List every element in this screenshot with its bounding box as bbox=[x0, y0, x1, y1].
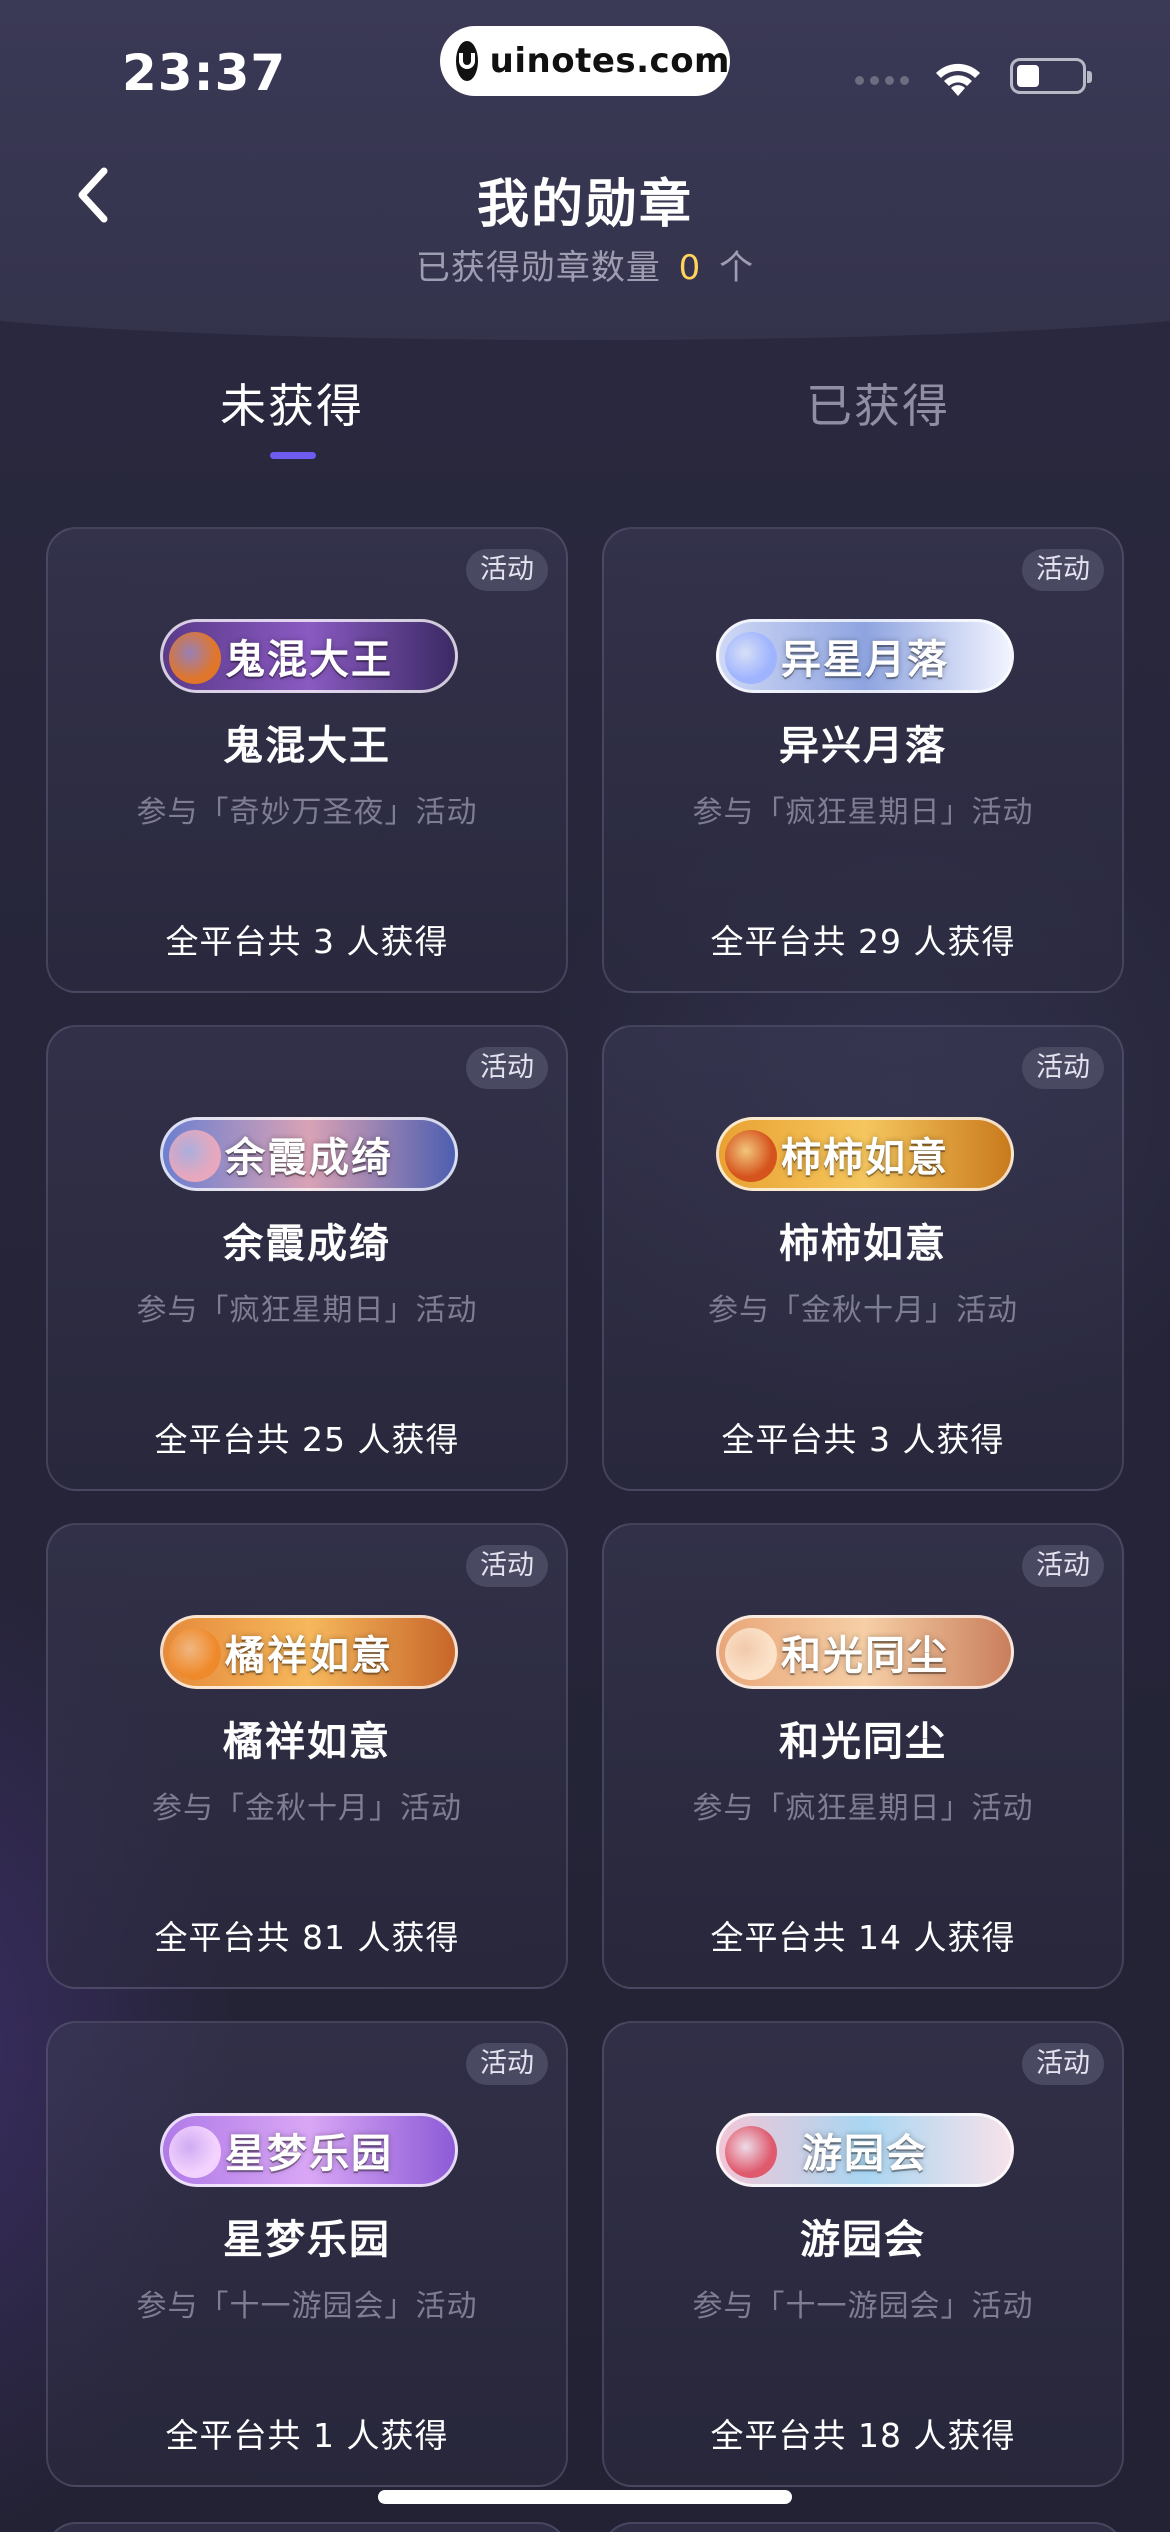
medal-name: 星梦乐园 bbox=[223, 2217, 391, 2263]
medal-badge-image: 游园会 bbox=[716, 2113, 1014, 2187]
medal-badge-image: 余霞成绮 bbox=[160, 1117, 458, 1191]
badge-image-text: 和光同尘 bbox=[781, 1633, 949, 1679]
medal-count-summary: 已获得勋章数量 0 个 bbox=[0, 240, 1170, 289]
medal-name: 柿柿如意 bbox=[779, 1221, 947, 1267]
medal-badge-image: 星梦乐园 bbox=[160, 2113, 458, 2187]
medal-card[interactable]: 活动 余霞成绮 余霞成绮 参与「疯狂星期日」活动 全平台共 25 人获得 bbox=[46, 1025, 568, 1491]
cellular-signal-icon bbox=[855, 76, 909, 85]
star-icon bbox=[725, 632, 777, 684]
castle-icon bbox=[169, 2126, 221, 2178]
url-pill[interactable]: uinotes.com bbox=[440, 26, 730, 96]
medal-holder-count: 全平台共 25 人获得 bbox=[154, 1420, 460, 1459]
medal-description: 参与「疯狂星期日」活动 bbox=[692, 1791, 1034, 1826]
activity-tag: 活动 bbox=[1022, 1047, 1104, 1089]
site-logo-icon bbox=[456, 41, 478, 81]
tangerine-icon bbox=[169, 1628, 221, 1680]
medal-card[interactable]: 活动 橘祥如意 橘祥如意 参与「金秋十月」活动 全平台共 81 人获得 bbox=[46, 1523, 568, 1989]
medal-holder-count: 全平台共 1 人获得 bbox=[165, 2416, 449, 2455]
activity-tag: 活动 bbox=[466, 549, 548, 591]
medal-name: 和光同尘 bbox=[779, 1719, 947, 1765]
tab-not-earned[interactable]: 未获得 bbox=[142, 370, 442, 436]
medal-description: 参与「奇妙万圣夜」活动 bbox=[136, 795, 478, 830]
badge-image-text: 异星月落 bbox=[781, 637, 949, 683]
medal-card[interactable]: 活动 游园会 游园会 参与「十一游园会」活动 全平台共 18 人获得 bbox=[602, 2021, 1124, 2487]
active-tab-indicator bbox=[270, 452, 316, 459]
medal-card[interactable]: 活动 星梦乐园 星梦乐园 参与「十一游园会」活动 全平台共 1 人获得 bbox=[46, 2021, 568, 2487]
medal-description: 参与「疯狂星期日」活动 bbox=[692, 795, 1034, 830]
medal-name: 鬼混大王 bbox=[223, 723, 391, 769]
medal-badge-image: 鬼混大王 bbox=[160, 619, 458, 693]
pumpkin-icon bbox=[169, 632, 221, 684]
badge-image-text: 柿柿如意 bbox=[781, 1135, 949, 1181]
medal-holder-count: 全平台共 3 人获得 bbox=[721, 1420, 1005, 1459]
activity-tag: 活动 bbox=[1022, 549, 1104, 591]
home-indicator bbox=[378, 2490, 792, 2504]
medal-holder-count: 全平台共 18 人获得 bbox=[710, 2416, 1016, 2455]
medal-card[interactable]: 活动 鬼混大王 鬼混大王 参与「奇妙万圣夜」活动 全平台共 3 人获得 bbox=[46, 527, 568, 993]
page-title: 我的勋章 bbox=[476, 175, 693, 235]
wifi-icon bbox=[936, 63, 980, 96]
medal-badge-image: 和光同尘 bbox=[716, 1615, 1014, 1689]
summary-prefix: 已获得勋章数量 bbox=[415, 248, 661, 288]
medal-badge-image: 柿柿如意 bbox=[716, 1117, 1014, 1191]
cloud-icon bbox=[169, 1130, 221, 1182]
medal-card-partial[interactable] bbox=[602, 2522, 1124, 2532]
activity-tag: 活动 bbox=[466, 2043, 548, 2085]
battery-icon bbox=[1010, 58, 1092, 94]
medal-name: 余霞成绮 bbox=[223, 1221, 391, 1267]
badge-image-text: 橘祥如意 bbox=[225, 1633, 393, 1679]
medal-description: 参与「金秋十月」活动 bbox=[708, 1293, 1018, 1328]
medal-card[interactable]: 活动 和光同尘 和光同尘 参与「疯狂星期日」活动 全平台共 14 人获得 bbox=[602, 1523, 1124, 1989]
badge-image-text: 游园会 bbox=[802, 2131, 928, 2177]
earned-count: 0 bbox=[678, 248, 702, 288]
badge-image-text: 鬼混大王 bbox=[225, 637, 393, 683]
badge-image-text: 余霞成绮 bbox=[225, 1135, 393, 1181]
medal-holder-count: 全平台共 29 人获得 bbox=[710, 922, 1016, 961]
activity-tag: 活动 bbox=[1022, 2043, 1104, 2085]
ferris-wheel-icon bbox=[725, 2126, 777, 2178]
activity-tag: 活动 bbox=[466, 1047, 548, 1089]
medal-name: 异兴月落 bbox=[779, 723, 947, 769]
medal-name: 游园会 bbox=[800, 2217, 926, 2263]
sparkle-icon bbox=[725, 1628, 777, 1680]
medal-description: 参与「金秋十月」活动 bbox=[152, 1791, 462, 1826]
status-time: 23:37 bbox=[122, 44, 287, 102]
medal-description: 参与「十一游园会」活动 bbox=[692, 2289, 1034, 2324]
tab-earned[interactable]: 已获得 bbox=[728, 370, 1028, 436]
badge-image-text: 星梦乐园 bbox=[225, 2131, 393, 2177]
medal-description: 参与「十一游园会」活动 bbox=[136, 2289, 478, 2324]
medal-badge-image: 异星月落 bbox=[716, 619, 1014, 693]
summary-suffix: 个 bbox=[719, 248, 755, 288]
activity-tag: 活动 bbox=[466, 1545, 548, 1587]
medal-card[interactable]: 活动 柿柿如意 柿柿如意 参与「金秋十月」活动 全平台共 3 人获得 bbox=[602, 1025, 1124, 1491]
tab-bar: 未获得 已获得 bbox=[0, 370, 1170, 470]
medal-description: 参与「疯狂星期日」活动 bbox=[136, 1293, 478, 1328]
medal-card[interactable]: 活动 异星月落 异兴月落 参与「疯狂星期日」活动 全平台共 29 人获得 bbox=[602, 527, 1124, 993]
persimmon-icon bbox=[725, 1130, 777, 1182]
medal-badge-image: 橘祥如意 bbox=[160, 1615, 458, 1689]
medal-holder-count: 全平台共 3 人获得 bbox=[165, 922, 449, 961]
medal-holder-count: 全平台共 14 人获得 bbox=[710, 1918, 1016, 1957]
medal-card-partial[interactable] bbox=[46, 2522, 568, 2532]
activity-tag: 活动 bbox=[1022, 1545, 1104, 1587]
medal-holder-count: 全平台共 81 人获得 bbox=[154, 1918, 460, 1957]
medals-page: 23:37 uinotes.com 我的勋章 已获得勋章数量 0 个 未获得 已… bbox=[0, 0, 1170, 2532]
url-text: uinotes.com bbox=[489, 41, 730, 81]
status-bar: 23:37 uinotes.com bbox=[0, 0, 1170, 130]
medal-name: 橘祥如意 bbox=[223, 1719, 391, 1765]
